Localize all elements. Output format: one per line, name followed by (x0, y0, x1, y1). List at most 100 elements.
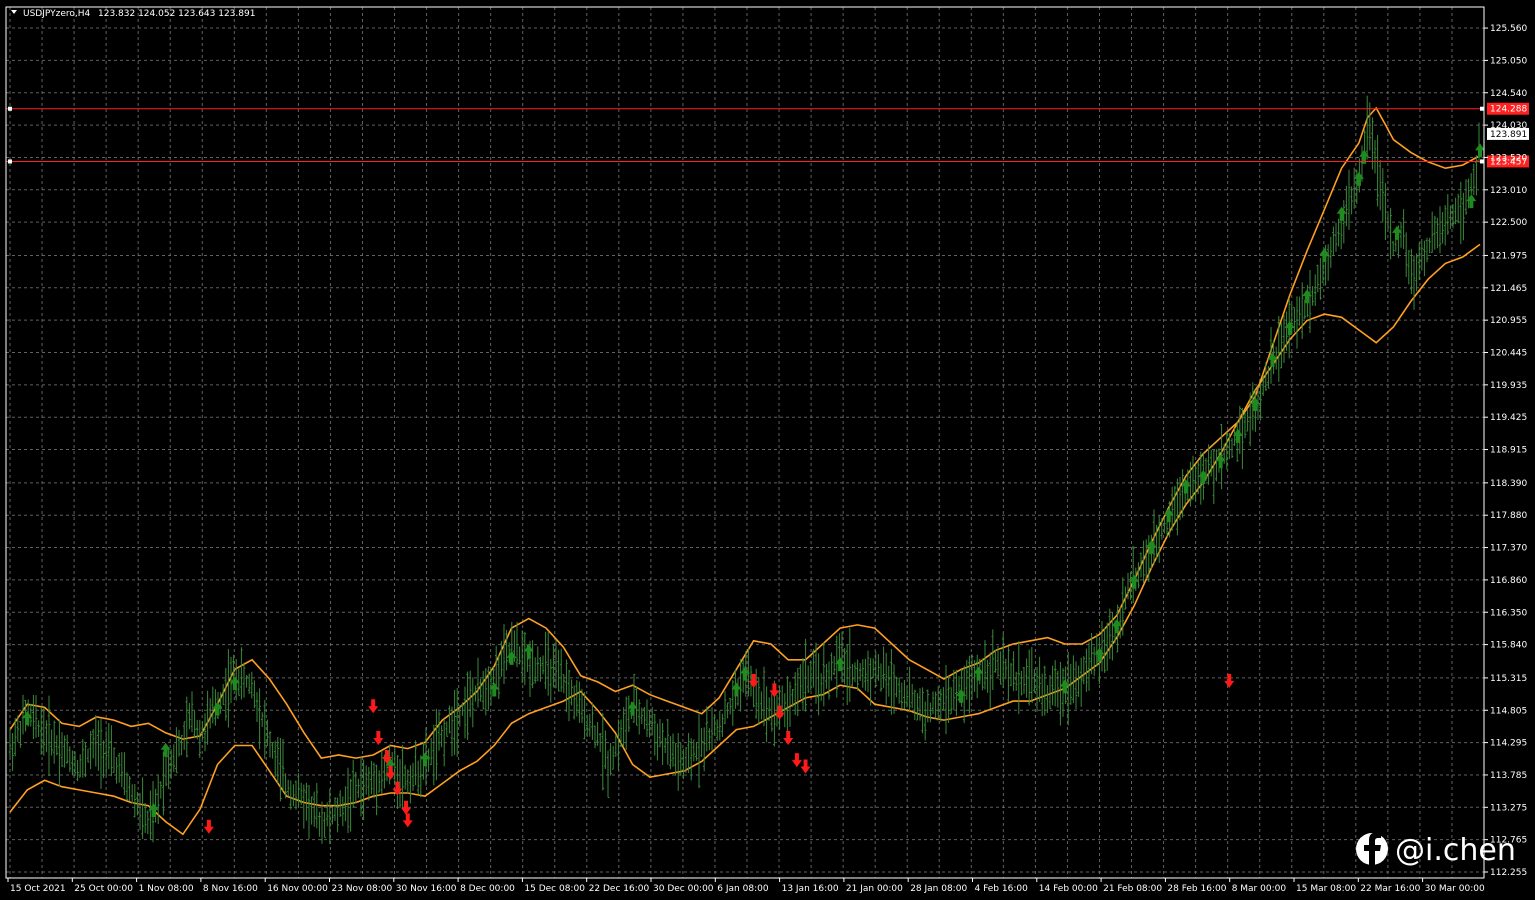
price-bar (806, 665, 810, 694)
price-bar (429, 737, 433, 766)
sell-arrow-icon (783, 730, 794, 745)
price-bar (372, 762, 376, 799)
price-bar (1462, 192, 1465, 241)
price-bar (1464, 179, 1468, 215)
price-bar (666, 718, 670, 765)
x-tick-label: 6 Jan 08:00 (717, 884, 769, 894)
price-bar (1438, 206, 1442, 254)
price-bar (393, 747, 397, 786)
price-bar (76, 760, 79, 782)
price-bar (466, 671, 469, 741)
price-bar (861, 659, 865, 688)
price-bar (247, 673, 251, 694)
price-bar (1282, 314, 1286, 363)
price-bar (1430, 211, 1434, 253)
price-bar (1053, 660, 1057, 707)
price-bar (653, 714, 657, 756)
y-tick-label: 115.315 (1490, 674, 1527, 684)
price-bar (502, 624, 506, 684)
line-handle-right[interactable] (1480, 159, 1484, 164)
price-bar (669, 736, 672, 770)
line-handle-left[interactable] (8, 106, 12, 111)
price-bar (877, 654, 880, 681)
price-bar (866, 650, 870, 693)
y-axis[interactable]: 125.560 125.050 124.540 124.030 123.520 123.0… (1484, 24, 1527, 878)
price-bar (1425, 237, 1429, 263)
x-axis[interactable]: 15 Oct 2021 25 Oct 00:00 1 Nov 08:00 8 Nov … (7, 878, 1485, 894)
x-tick-label: 15 Dec 08:00 (524, 884, 585, 894)
price-bar (1105, 622, 1109, 671)
price-bar (1404, 232, 1408, 278)
price-bar (182, 721, 186, 750)
price-bar (988, 652, 992, 709)
price-bar (240, 647, 243, 700)
price-bar (281, 739, 285, 792)
price-bar (133, 784, 137, 818)
price-bar (302, 784, 306, 829)
price-bar (583, 692, 586, 740)
y-tick-label: 119.425 (1490, 413, 1527, 423)
price-bar (1230, 438, 1234, 459)
price-bar (1433, 215, 1437, 250)
price-bar (1051, 665, 1054, 706)
y-tick-label: 123.520 (1490, 153, 1527, 163)
price-bar (1012, 651, 1015, 692)
price-bar (812, 648, 815, 688)
watermark-handle: @i.chen (1395, 833, 1516, 868)
price-bar (804, 638, 807, 712)
price-bar (1280, 322, 1283, 369)
price-bar (427, 748, 430, 772)
price-bar (991, 629, 995, 690)
price-bar (591, 702, 594, 740)
price-bar (658, 719, 662, 748)
price-bar (606, 750, 610, 798)
x-tick-label: 8 Dec 00:00 (460, 884, 515, 894)
price-bar (377, 770, 381, 793)
price-bar (432, 724, 436, 786)
price-chart[interactable]: 124.288123.457123.891 125.560125.050124.… (0, 0, 1535, 900)
price-bar (611, 745, 615, 770)
price-bar (1368, 102, 1372, 151)
price-bar (671, 733, 675, 767)
x-tick-label: 15 Mar 08:00 (1296, 884, 1356, 894)
plot-border (5, 6, 1485, 879)
price-bar (739, 659, 742, 712)
price-bar (177, 729, 181, 757)
price-bar (58, 719, 61, 787)
price-bar (102, 740, 105, 779)
price-bar (944, 665, 948, 735)
price-bar (1079, 657, 1083, 707)
price-bar (1293, 307, 1296, 333)
price-bar (1449, 205, 1452, 229)
price-bar (518, 646, 521, 665)
price-bar (853, 662, 857, 683)
price-bar (375, 764, 378, 816)
price-bar (286, 779, 290, 797)
price-bar (674, 743, 677, 776)
price-bar (697, 712, 701, 789)
price-bar (1329, 236, 1333, 268)
price-bar (1391, 240, 1395, 256)
price-bar (1038, 656, 1041, 702)
y-tick-label: 124.030 (1490, 121, 1527, 131)
price-bar (770, 693, 774, 732)
collapse-triangle-icon[interactable] (11, 10, 17, 14)
price-bar (107, 722, 111, 770)
price-bar (1131, 545, 1135, 604)
sell-arrow-icon (769, 683, 780, 698)
y-tick-label: 116.350 (1490, 608, 1527, 618)
price-bar (848, 627, 852, 702)
price-bar (245, 675, 248, 688)
x-tick-label: 30 Mar 00:00 (1425, 884, 1485, 894)
price-bar (294, 780, 298, 810)
price-bar (627, 695, 631, 733)
line-handle-left[interactable] (8, 159, 12, 164)
price-bar (533, 657, 537, 684)
price-bar (112, 747, 116, 773)
price-bar (705, 706, 709, 752)
price-bar (708, 728, 711, 751)
line-handle-right[interactable] (1480, 106, 1484, 111)
chart-title[interactable]: USDJPYzero,H4 123.832 124.052 123.643 12… (11, 9, 255, 19)
price-bar (801, 657, 805, 711)
price-bar (822, 642, 826, 707)
